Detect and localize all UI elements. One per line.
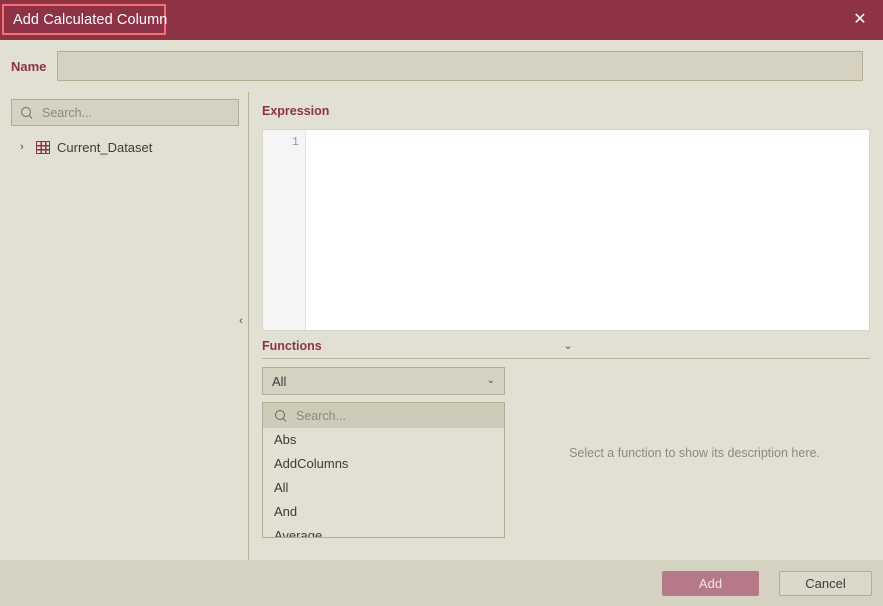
tree-item-current-dataset[interactable]: › Current_Dataset: [0, 136, 248, 158]
function-search-placeholder: Search...: [296, 409, 346, 423]
editor-line-number: 1: [263, 134, 305, 150]
list-item[interactable]: All: [263, 476, 504, 500]
editor-gutter: 1: [263, 130, 306, 330]
expression-panel: Expression 1 Functions ⌄ All ⌄ Search...…: [249, 92, 883, 560]
list-item[interactable]: Average: [263, 524, 504, 538]
function-category-select[interactable]: All ⌄: [262, 367, 505, 395]
chevron-right-icon[interactable]: ›: [20, 142, 36, 153]
search-icon: [274, 409, 288, 423]
expression-input[interactable]: [306, 130, 869, 330]
tree-item-label: Current_Dataset: [57, 140, 152, 155]
dataset-search-box[interactable]: Search...: [11, 99, 239, 126]
dialog-title-highlight: Add Calculated Column: [2, 4, 166, 35]
list-item[interactable]: Abs: [263, 428, 504, 452]
function-description-placeholder: Select a function to show its descriptio…: [569, 446, 820, 460]
search-icon: [20, 106, 34, 120]
function-description-area: Select a function to show its descriptio…: [519, 367, 870, 538]
dialog-title: Add Calculated Column: [13, 12, 167, 28]
name-label: Name: [0, 59, 57, 74]
dataset-search-placeholder: Search...: [42, 106, 92, 120]
list-item[interactable]: And: [263, 500, 504, 524]
name-input[interactable]: [57, 51, 863, 81]
add-calculated-column-dialog: Add Calculated Column ✕ Name Search... ›…: [0, 0, 883, 606]
close-icon[interactable]: ✕: [845, 6, 875, 34]
functions-header: Functions: [262, 339, 322, 353]
functions-divider: [262, 358, 870, 359]
table-grid-icon: [36, 141, 50, 154]
function-category-value: All: [272, 374, 487, 389]
dataset-panel: Search... › Current_Dataset: [0, 92, 248, 560]
collapse-panel-chevron-left-icon[interactable]: ‹: [234, 312, 248, 330]
cancel-button[interactable]: Cancel: [779, 571, 872, 596]
functions-chevron-down-icon[interactable]: ⌄: [560, 337, 576, 353]
chevron-down-icon: ⌄: [487, 376, 495, 386]
add-button[interactable]: Add: [662, 571, 759, 596]
expression-editor[interactable]: 1: [262, 129, 870, 331]
name-row: Name: [0, 40, 883, 92]
function-list[interactable]: Abs AddColumns All And Average: [262, 428, 505, 538]
list-item[interactable]: AddColumns: [263, 452, 504, 476]
dialog-titlebar: Add Calculated Column ✕: [0, 0, 883, 40]
dataset-tree: › Current_Dataset: [0, 136, 248, 158]
function-search-box[interactable]: Search...: [262, 402, 505, 428]
dialog-footer: Add Cancel: [0, 560, 883, 606]
expression-header: Expression: [262, 104, 329, 118]
